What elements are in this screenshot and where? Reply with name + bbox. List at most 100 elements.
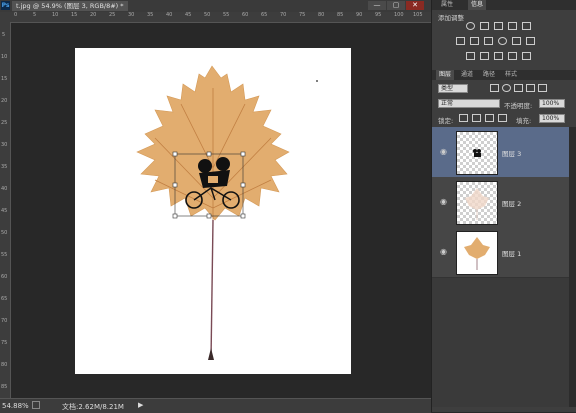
maximize-button[interactable]: ▢ [387,1,405,10]
document-tab[interactable]: t.jpg @ 54.9% (图层 3, RGB/8#) * [12,1,128,11]
ruler-tick: 55 [223,12,230,18]
fill-label: 填充: [516,117,532,125]
ruler-tick: 105 [413,12,423,18]
exposure-icon[interactable] [508,22,517,30]
kind-filter[interactable]: 类型 [438,84,468,93]
ruler-tick: 5 [2,32,6,38]
levels-icon[interactable] [480,22,489,30]
hue-saturation-icon[interactable] [456,37,465,45]
ruler-tick: 45 [1,208,8,214]
blend-mode-select[interactable]: 正常 [438,99,500,108]
ruler-tick: 45 [185,12,192,18]
opacity-input[interactable]: 100% [539,99,565,108]
visibility-eye-icon[interactable]: ◉ [440,147,447,156]
tab-styles[interactable]: 样式 [502,70,520,80]
minimize-button[interactable]: — [368,1,386,10]
photo-filter-icon[interactable] [498,37,507,45]
share-icon[interactable] [32,401,40,409]
layer-name[interactable]: 图层 1 [502,248,521,258]
ruler-tick: 60 [242,12,249,18]
visibility-eye-icon[interactable]: ◉ [440,197,447,206]
layers-tabs: 图层 通道 路径 样式 [432,70,576,80]
filter-smart-object-icon[interactable] [538,84,547,92]
ruler-tick: 90 [356,12,363,18]
leaf-artwork [136,65,318,361]
layer-row-1[interactable]: ◉ 图层 1 [432,227,569,278]
properties-tabs: 属性 信息 [432,0,576,10]
posterize-icon[interactable] [480,52,489,60]
tab-properties[interactable]: 属性 [438,0,456,10]
ruler-top: 0 5 10 15 20 25 30 35 40 45 50 55 60 65 … [0,12,431,23]
right-panel: 属性 信息 添加调整 图层 通道 路径 样式 类型 正常 不透明度: 100% … [431,0,576,412]
layer-row-2[interactable]: ◉ 图层 2 [432,177,569,228]
ruler-tick: 80 [1,362,8,368]
lock-image-icon[interactable] [472,114,481,122]
status-bar: 54.88% 文档:2.62M/8.21M ▶ [0,398,431,413]
selective-color-icon[interactable] [522,52,531,60]
ruler-tick: 35 [1,164,8,170]
zoom-level[interactable]: 54.88% [2,402,29,410]
invert-icon[interactable] [466,52,475,60]
curves-icon[interactable] [494,22,503,30]
ruler-tick: 0 [14,12,18,18]
title-bar: Ps t.jpg @ 54.9% (图层 3, RGB/8#) * — ▢ ✕ [0,0,431,12]
layers-scrollbar[interactable] [569,127,576,407]
ruler-tick: 75 [1,340,8,346]
ruler-tick: 25 [109,12,116,18]
ruler-tick: 75 [299,12,306,18]
ruler-tick: 25 [1,120,8,126]
tab-paths[interactable]: 路径 [480,70,498,80]
visibility-eye-icon[interactable]: ◉ [440,247,447,256]
gradient-map-icon[interactable] [508,52,517,60]
brightness-icon[interactable] [466,22,475,30]
document-canvas[interactable] [75,48,351,374]
layer-name[interactable]: 图层 2 [502,198,521,208]
lock-position-icon[interactable] [485,114,494,122]
filter-pixel-icon[interactable] [490,84,499,92]
close-button[interactable]: ✕ [406,1,424,10]
filter-shape-icon[interactable] [526,84,535,92]
silhouette-thumbnail-icon [473,149,481,157]
fill-value: 100% [542,115,560,122]
threshold-icon[interactable] [494,52,503,60]
color-balance-icon[interactable] [470,37,479,45]
color-lookup-icon[interactable] [526,37,535,45]
ruler-tick: 50 [1,230,8,236]
filter-type-icon[interactable] [514,84,523,92]
ruler-tick: 85 [1,384,8,390]
ruler-tick: 100 [394,12,404,18]
ruler-tick: 70 [280,12,287,18]
ruler-tick: 30 [128,12,135,18]
adjustments-title: 添加调整 [438,14,464,22]
black-white-icon[interactable] [484,37,493,45]
ruler-tick: 15 [71,12,78,18]
tab-layers[interactable]: 图层 [436,70,455,80]
lock-all-icon[interactable] [498,114,507,122]
layer-name[interactable]: 图层 3 [502,148,521,158]
fill-input[interactable]: 100% [539,114,565,123]
tab-channels[interactable]: 通道 [458,70,476,80]
layer-row-3[interactable]: ◉ 图层 3 [432,127,569,178]
opacity-label: 不透明度: [504,102,533,110]
channel-mixer-icon[interactable] [512,37,521,45]
ruler-tick: 80 [318,12,325,18]
vibrance-icon[interactable] [522,22,531,30]
ruler-tick: 50 [204,12,211,18]
filter-adjustment-icon[interactable] [502,84,511,92]
lock-transparent-icon[interactable] [459,114,468,122]
ruler-tick: 5 [33,12,37,18]
blend-mode-value: 正常 [441,100,454,107]
tab-info[interactable]: 信息 [468,0,487,10]
ruler-tick: 35 [147,12,154,18]
layer-thumbnail [456,231,498,275]
status-menu-arrow[interactable]: ▶ [138,401,143,409]
ruler-tick: 60 [1,274,8,280]
faded-leaf-thumbnail-icon [465,188,489,220]
ruler-tick: 20 [90,12,97,18]
ruler-tick: 15 [1,76,8,82]
ruler-tick: 10 [52,12,59,18]
layer-thumbnail [456,131,498,175]
opacity-value: 100% [542,100,560,107]
ruler-tick: 40 [166,12,173,18]
photoshop-logo: Ps [1,1,10,10]
